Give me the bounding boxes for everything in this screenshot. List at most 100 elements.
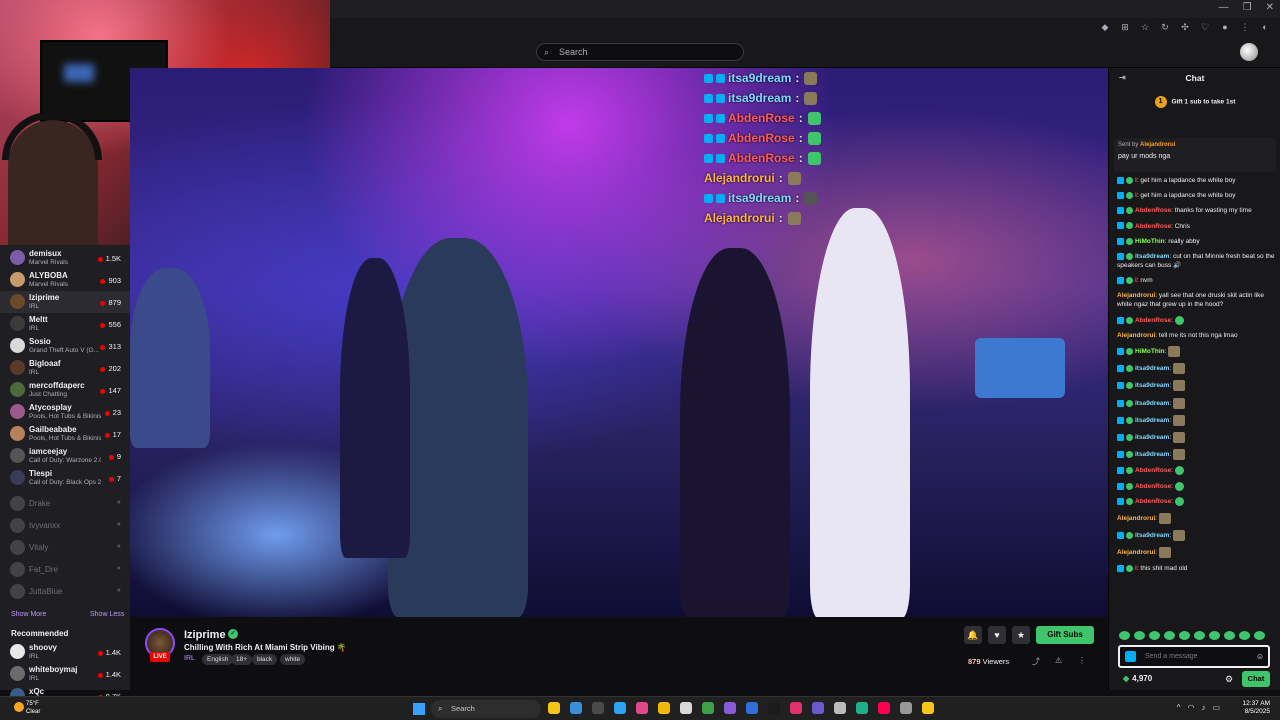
chat-username[interactable]: itsa9dream: [1135, 366, 1169, 373]
wifi-icon[interactable]: ◠: [1187, 703, 1194, 712]
sidebar-channel-atycosplay[interactable]: Atycosplay Pools, Hot Tubs & Bikinis 23: [0, 401, 130, 423]
minimize-icon[interactable]: —: [1219, 2, 1229, 13]
chat-username[interactable]: AbdenRose: [1135, 223, 1171, 230]
gift-leaderboard-banner[interactable]: 1 Gift 1 sub to take 1st: [1109, 96, 1280, 108]
taskbar-app-icon[interactable]: [812, 702, 824, 714]
taskbar-app-icon[interactable]: [790, 702, 802, 714]
taskbar-app-icon[interactable]: [724, 702, 736, 714]
windows-start-icon[interactable]: [413, 703, 425, 715]
battery-icon[interactable]: ▭: [1212, 703, 1220, 712]
sidebar-channel-offline[interactable]: Fat_Dre ●: [0, 559, 130, 581]
share-icon[interactable]: ⤴: [1032, 656, 1040, 667]
taskbar-app-icon[interactable]: [702, 702, 714, 714]
chat-username[interactable]: AbdenRose: [1135, 317, 1171, 324]
sidebar-channel-alyboba[interactable]: ALYBOBA Marvel Rivals 903: [0, 269, 130, 291]
sidebar-channel-offline[interactable]: JuttaBlue ●: [0, 581, 130, 603]
taskbar-app-icon[interactable]: [768, 702, 780, 714]
chevron-up-icon[interactable]: ^: [1177, 703, 1181, 712]
taskbar-app-icon[interactable]: [658, 702, 670, 714]
chat-message[interactable]: HiMoThin: really abby: [1117, 237, 1277, 246]
taskbar-app-icon[interactable]: [636, 702, 648, 714]
taskbar-app-icon[interactable]: [922, 702, 934, 714]
taskbar-app-icon[interactable]: [592, 702, 604, 714]
taskbar-search[interactable]: ⌕ Search: [431, 700, 541, 718]
taskbar-app-icon[interactable]: [746, 702, 758, 714]
taskbar-app-icon[interactable]: [570, 702, 582, 714]
sidebar-channel-bigloaaf[interactable]: Bigloaaf IRL 202: [0, 357, 130, 379]
notification-bell-icon[interactable]: 🔔: [964, 626, 982, 644]
chat-message[interactable]: Alejandrorui: tell me its not this nga l…: [1117, 331, 1277, 340]
emote-picker-icon[interactable]: ☺: [1256, 647, 1264, 666]
taskbar-app-icon[interactable]: [548, 702, 560, 714]
emote-icon[interactable]: [1194, 631, 1205, 640]
tag-18plus[interactable]: 18+: [231, 654, 253, 665]
chat-username[interactable]: HiMoThin: [1135, 238, 1165, 245]
tag-black[interactable]: black: [252, 654, 278, 665]
sidebar-channel-sosio[interactable]: Sosio Grand Theft Auto V (G... 313: [0, 335, 130, 357]
chat-username[interactable]: itsa9dream: [1135, 253, 1169, 260]
taskbar-app-icon[interactable]: [878, 702, 890, 714]
chat-username[interactable]: AbdenRose: [1135, 483, 1171, 490]
chat-message[interactable]: itsa9dream:: [1117, 414, 1277, 426]
chat-message[interactable]: HiMoThin:: [1117, 346, 1277, 358]
taskbar-app-icon[interactable]: [856, 702, 868, 714]
sidebar-channel-meltt[interactable]: Meltt IRL 556: [0, 313, 130, 335]
user-avatar[interactable]: [1240, 43, 1258, 61]
chat-username[interactable]: itsa9dream: [1135, 532, 1169, 539]
pinned-message[interactable]: Sent by Alejandrorui pay ur mods nga: [1114, 138, 1276, 172]
emote-icon[interactable]: [1254, 631, 1265, 640]
sidebar-channel-tlespi[interactable]: Tlespi Call of Duty: Black Ops 2... 7: [0, 467, 130, 489]
chat-username[interactable]: Alejandrorui: [1117, 549, 1155, 556]
sidebar-channel-offline[interactable]: Drake ●: [0, 493, 130, 515]
emote-icon[interactable]: [1164, 631, 1175, 640]
sidebar-channel-iziprime[interactable]: Iziprime IRL 879: [0, 291, 130, 313]
emote-icon[interactable]: [1209, 631, 1220, 640]
chat-username[interactable]: itsa9dream: [1135, 451, 1169, 458]
chat-message[interactable]: l: get him a lapdance the white boy: [1117, 176, 1277, 185]
chat-message[interactable]: itsa9dream:: [1117, 449, 1277, 461]
menu-icon[interactable]: ⋮: [1240, 22, 1250, 32]
gear-icon[interactable]: ⚙: [1225, 674, 1233, 685]
sidebar-channel-iamceejay[interactable]: iamceejay Call of Duty: Warzone 2.0 9: [0, 445, 130, 467]
taskbar-app-icon[interactable]: [834, 702, 846, 714]
sidebar-channel-offline[interactable]: Ivyvanxx ●: [0, 515, 130, 537]
emote-icon[interactable]: [1119, 631, 1130, 640]
chat-message[interactable]: l: nvm: [1117, 276, 1277, 285]
more-options-icon[interactable]: ⋮: [1078, 656, 1086, 665]
sidebar-channel-demisux[interactable]: demisux Marvel Rivals 1.5K: [0, 247, 130, 269]
chat-message[interactable]: l: this shit mad old: [1117, 564, 1277, 573]
taskbar-app-icon[interactable]: [614, 702, 626, 714]
emote-icon[interactable]: [1179, 631, 1190, 640]
chat-message[interactable]: l: get him a lapdance the white boy: [1117, 191, 1277, 200]
chat-username[interactable]: Alejandrorui: [1117, 332, 1155, 339]
chat-message[interactable]: itsa9dream:: [1117, 432, 1277, 444]
chat-username[interactable]: itsa9dream: [1135, 383, 1169, 390]
chat-username[interactable]: AbdenRose: [1135, 498, 1171, 505]
sidebar-channel-offline[interactable]: Vitaly ●: [0, 537, 130, 559]
emote-icon[interactable]: [1149, 631, 1160, 640]
search-input[interactable]: ⌕ Search: [536, 43, 744, 61]
show-more-button[interactable]: Show More: [11, 611, 46, 618]
chat-message[interactable]: Alejandrorui:: [1117, 512, 1277, 524]
sidebar-channel-gailbeababe[interactable]: Gailbeababe Pools, Hot Tubs & Bikinis 17: [0, 423, 130, 445]
chat-message[interactable]: itsa9dream: cut on that Minnie fresh bea…: [1117, 252, 1277, 270]
chat-username[interactable]: AbdenRose: [1135, 468, 1171, 475]
refresh-icon[interactable]: ↻: [1160, 22, 1170, 32]
emote-icon[interactable]: [1239, 631, 1250, 640]
chat-username[interactable]: Alejandrorui: [1117, 292, 1155, 299]
chat-message[interactable]: Alejandrorui: yall see that one druski s…: [1117, 291, 1277, 309]
chat-message[interactable]: AbdenRose: Chris: [1117, 222, 1277, 231]
chat-username[interactable]: AbdenRose: [1135, 207, 1171, 214]
star-icon[interactable]: ☆: [1140, 22, 1150, 32]
follow-heart-icon[interactable]: ♥: [988, 626, 1006, 644]
star-icon[interactable]: ★: [1012, 626, 1030, 644]
extension-icon[interactable]: ◐: [1260, 22, 1270, 32]
sidebar-channel-mercoffdaperc[interactable]: mercoffdaperc Just Chatting 147: [0, 379, 130, 401]
chat-message[interactable]: AbdenRose:: [1117, 497, 1277, 507]
emote-icon[interactable]: [1224, 631, 1235, 640]
tag-icon[interactable]: ◆: [1100, 22, 1110, 32]
chat-username[interactable]: HiMoThin: [1135, 348, 1165, 355]
emote-icon[interactable]: [1134, 631, 1145, 640]
chat-username[interactable]: Alejandrorui: [1117, 515, 1155, 522]
chat-message[interactable]: itsa9dream:: [1117, 380, 1277, 392]
